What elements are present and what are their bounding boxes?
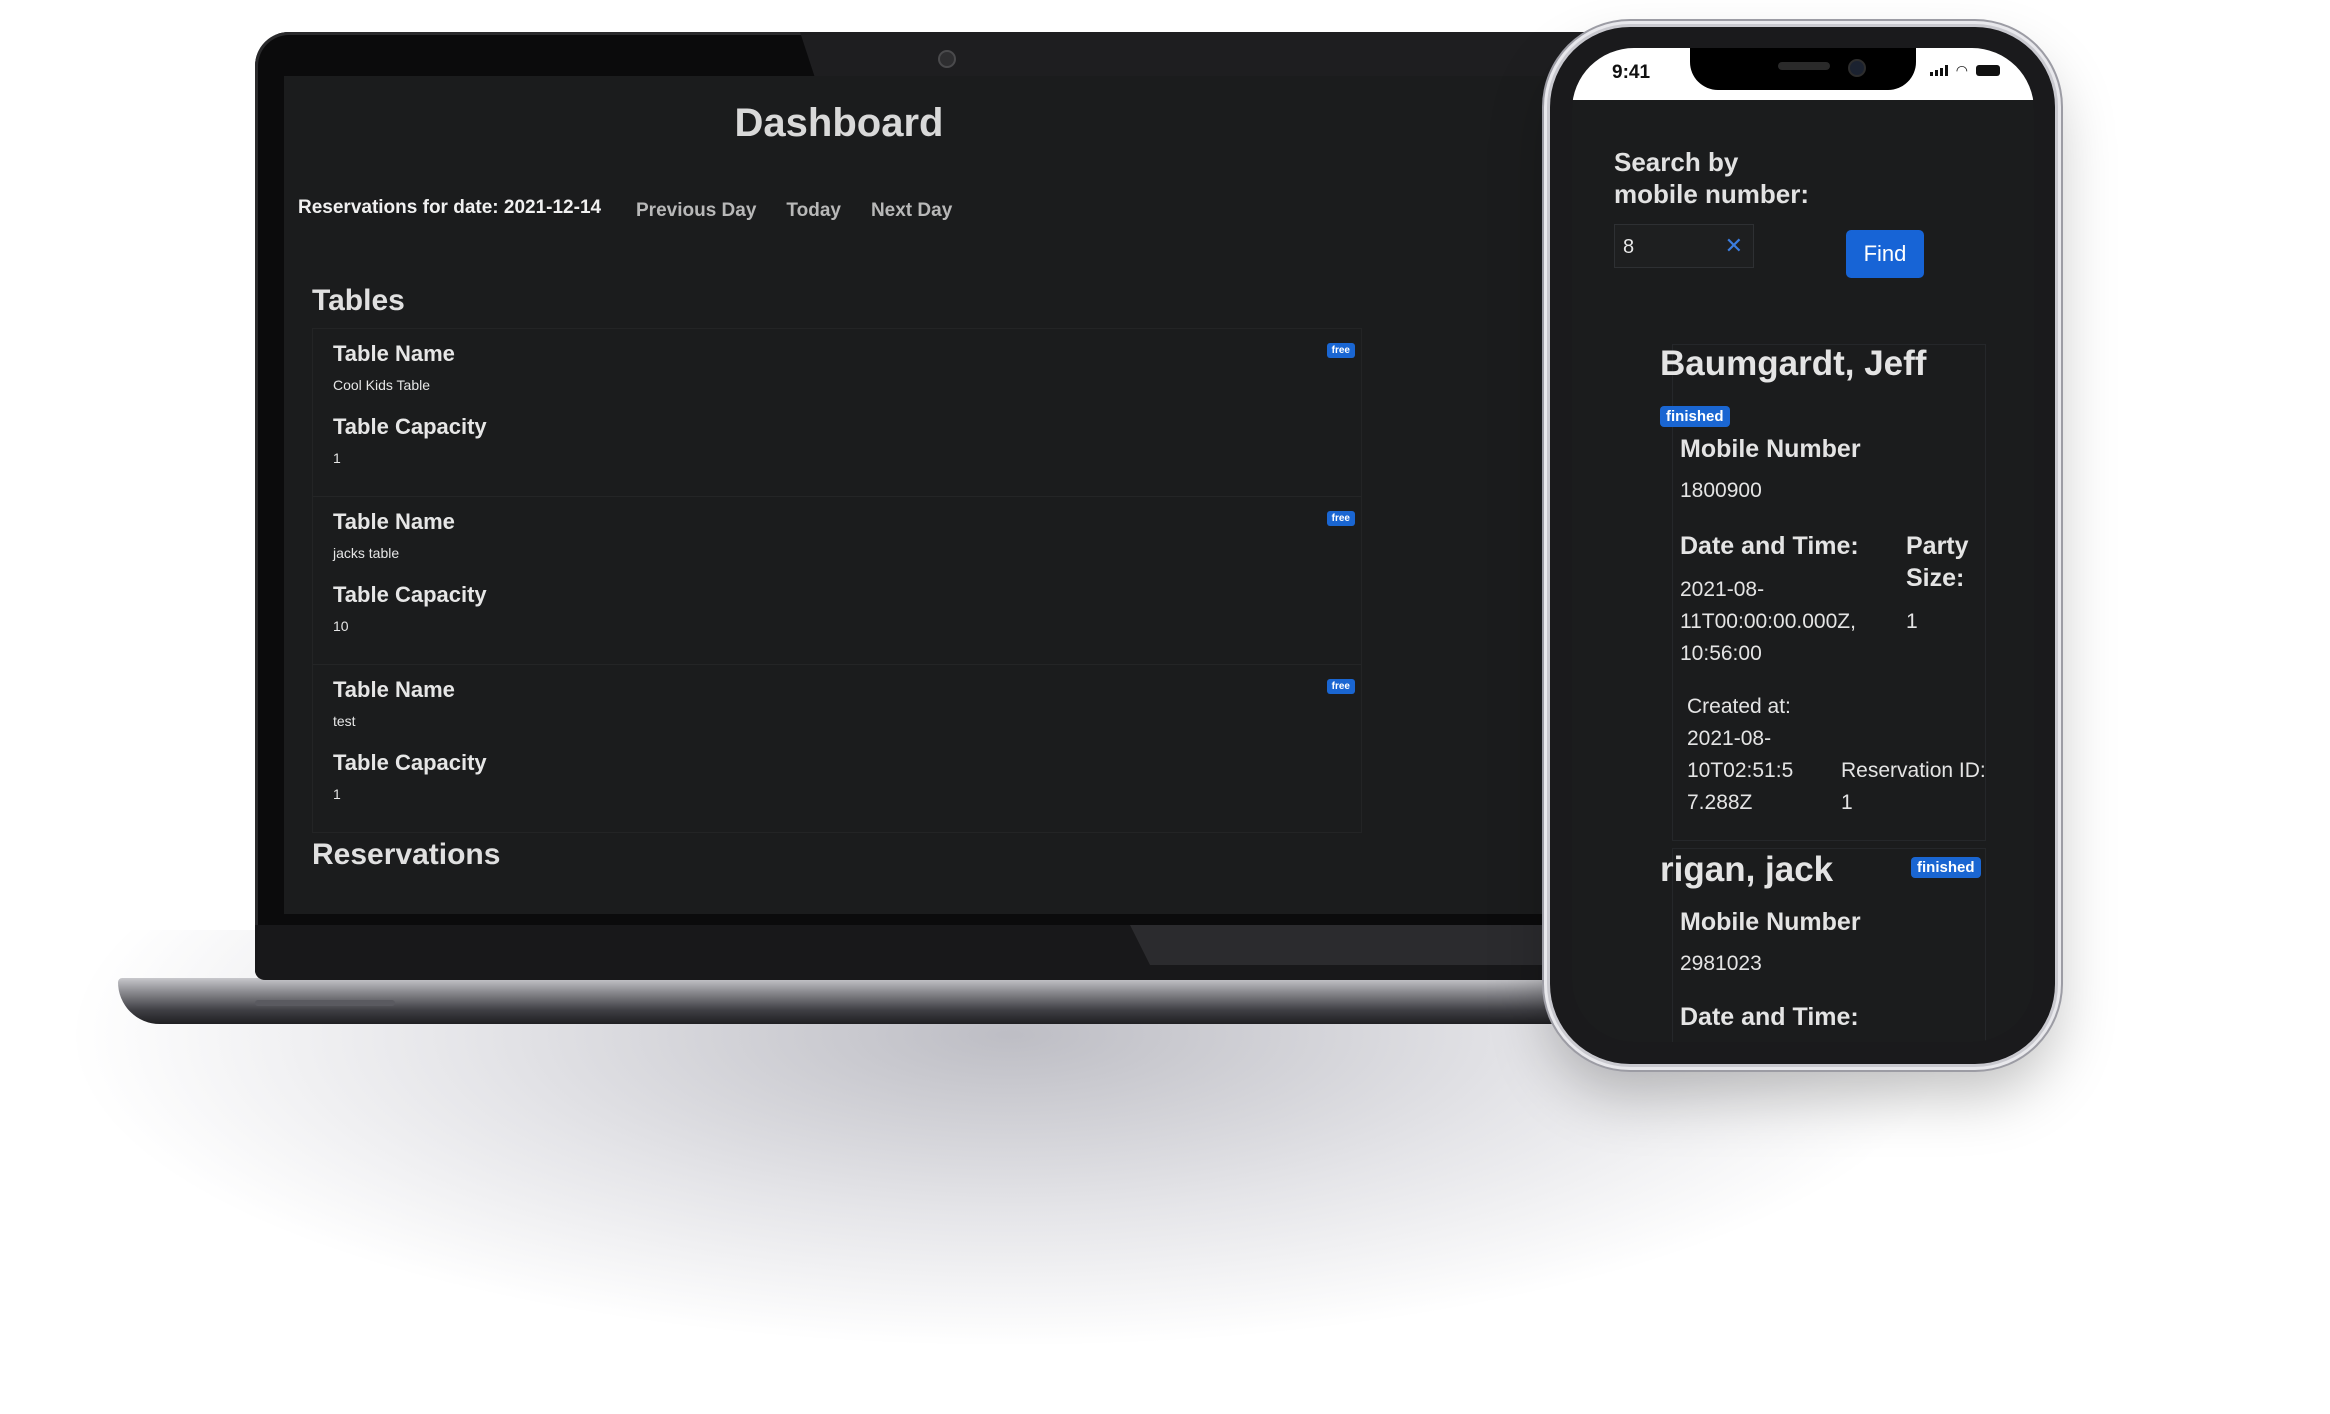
mobile-number: 1800900 [1680,479,1762,502]
created-at-value: 2021-08- 10T02:51:5 7.288Z [1687,723,1793,819]
table-status-badge: free [1326,343,1355,358]
table-capacity-label: Table Capacity [333,750,487,775]
table-status-badge: free [1326,679,1355,694]
mobile-search-input[interactable] [1621,229,1725,265]
table-status-badge: free [1326,511,1355,526]
date-time-line: 11T00:00:00.000Z, [1680,610,1856,633]
table-capacity: 1 [333,786,341,802]
next-day-button[interactable]: Next Day [871,200,952,222]
date-time-label: Date and Time: [1680,1003,1859,1031]
party-size: 1 [1906,610,1918,633]
reservation-status-badge: finished [1911,857,1981,878]
reservation-id: 1 [1841,791,1853,814]
speaker-icon [1778,62,1830,70]
find-button[interactable]: Find [1846,230,1924,278]
signal-icon [1929,65,1948,76]
date-time-label: Date and Time: [1680,532,1859,560]
date-time-line: 2021-08- [1680,578,1765,601]
search-label-line: Search by [1614,147,1739,177]
status-icons: ◠ [1929,62,2000,78]
created-at-label: Created at: [1687,695,1791,718]
front-camera-icon [1848,59,1866,77]
created-at-line: 10T02:51:5 [1687,759,1794,782]
table-card: Table Name free Cool Kids Table Table Ca… [313,329,1361,497]
previous-day-button[interactable]: Previous Day [636,200,756,222]
laptop-camera-icon [938,50,956,68]
table-capacity-label: Table Capacity [333,414,487,439]
reservation-name: rigan, jack [1660,850,1834,889]
status-time: 9:41 [1612,62,1651,83]
table-capacity: 1 [333,450,341,466]
reservation-status-badge: finished [1660,406,1730,427]
phone-screen: 9:41 ◠ Search by mobile number: ✕ Find B… [1572,48,2034,1042]
created-at-line: 7.288Z [1687,791,1753,814]
table-card: Table Name free test Table Capacity 1 [313,665,1361,832]
reservation-id-label: Reservation ID: [1841,759,1986,782]
reservation-name: Baumgardt, Jeff [1660,344,1927,383]
party-size-label-line: Party [1906,532,1969,560]
mobile-number: 2981023 [1680,952,1762,975]
battery-icon [1976,65,2000,76]
tables-list: Table Name free Cool Kids Table Table Ca… [312,328,1362,833]
mobile-number-label: Mobile Number [1680,908,1861,936]
table-name-label: Table Name [333,677,455,702]
table-name-label: Table Name [333,509,455,534]
mobile-search-field[interactable]: ✕ [1614,224,1754,268]
table-capacity-label: Table Capacity [333,582,487,607]
party-size-label: Party Size: [1906,530,1969,594]
laptop-screen: Dashboard Reservations for date: 2021-12… [284,76,1584,914]
phone-status-bar: 9:41 ◠ [1572,48,2034,100]
table-name: test [333,713,356,729]
laptop-base-groove [255,1000,395,1006]
reservations-heading: Reservations [312,838,501,871]
date-time-value: 2021-08- 11T00:00:00.000Z, 10:56:00 [1680,574,1856,670]
wifi-icon: ◠ [1955,62,1968,78]
today-button[interactable]: Today [786,200,841,222]
search-label-line: mobile number: [1614,179,1810,209]
party-size-label-line: Size: [1906,564,1965,592]
table-name: jacks table [333,545,400,561]
clear-icon[interactable]: ✕ [1725,233,1743,259]
table-capacity: 10 [333,618,349,634]
mobile-number-label: Mobile Number [1680,435,1861,463]
reservations-date-label: Reservations for date: 2021-12-14 [298,197,602,218]
date-time-line: 10:56:00 [1680,642,1762,665]
tables-heading: Tables [312,284,405,317]
page-title: Dashboard [734,101,944,145]
search-label: Search by mobile number: [1614,146,1809,210]
created-at-line: 2021-08- [1687,727,1772,750]
table-card: Table Name free jacks table Table Capaci… [313,497,1361,665]
table-name-label: Table Name [333,341,455,366]
day-navigation: Previous Day Today Next Day [636,200,952,222]
phone-notch [1690,48,1916,90]
table-name: Cool Kids Table [333,377,431,393]
